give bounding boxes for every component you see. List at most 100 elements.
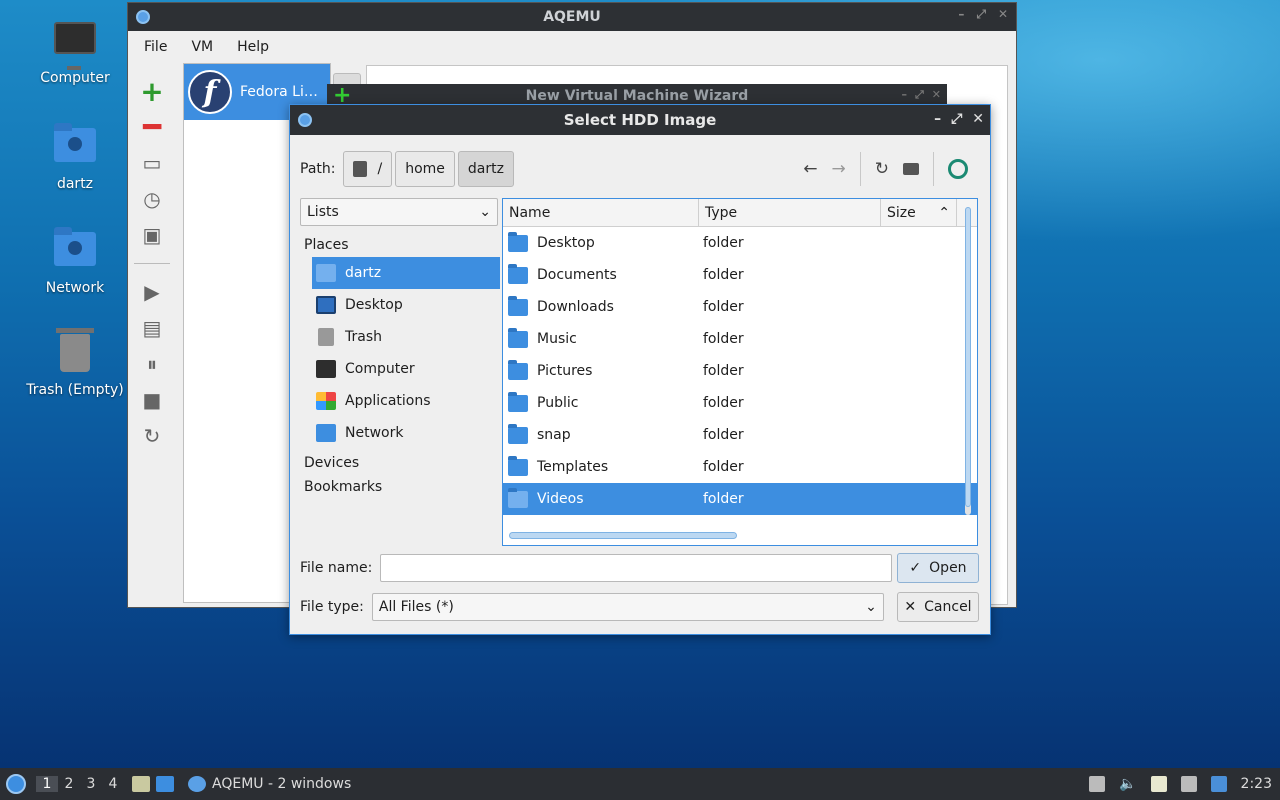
close-icon[interactable]: ✕ — [932, 88, 941, 102]
documents-folder-icon — [508, 263, 528, 284]
aqemu-titlebar[interactable]: AQEMU – ⤢ ✕ — [128, 3, 1016, 31]
sidebar-view-select[interactable]: Lists ⌄ — [300, 198, 498, 226]
remove-vm-icon[interactable]: ━ — [132, 109, 172, 145]
vertical-scrollbar[interactable] — [965, 207, 971, 515]
place-item-desktop[interactable]: Desktop — [300, 289, 500, 321]
trash-icon — [53, 328, 97, 374]
desktop-switcher-4[interactable]: 4 — [102, 776, 124, 792]
notification-icon[interactable] — [1210, 776, 1227, 792]
eject-icon[interactable] — [1089, 776, 1106, 792]
scrollbar-thumb[interactable] — [965, 207, 971, 507]
clock-icon[interactable]: ◷ — [132, 181, 172, 217]
file-row[interactable]: Music folder — [503, 323, 977, 355]
file-row[interactable]: Desktop folder — [503, 227, 977, 259]
start-menu-icon[interactable] — [6, 774, 26, 794]
place-label: dartz — [345, 265, 382, 281]
desktop-switcher-1[interactable]: 1 — [36, 776, 58, 792]
maximize-icon[interactable]: ⤢ — [951, 111, 962, 127]
back-arrow-icon[interactable]: ← — [803, 159, 817, 179]
file-row[interactable]: Public folder — [503, 387, 977, 419]
column-header-name[interactable]: Name — [503, 199, 699, 226]
column-header-type[interactable]: Type — [699, 199, 881, 226]
aqemu-app-icon — [298, 113, 312, 127]
file-row[interactable]: Templates folder — [503, 451, 977, 483]
view-options-icon[interactable] — [948, 159, 968, 179]
file-type: folder — [703, 235, 744, 251]
taskbar-task-aqemu[interactable]: AQEMU - 2 windows — [188, 776, 351, 792]
clipboard-icon[interactable] — [1150, 776, 1167, 792]
file-type-label: File type: — [300, 599, 364, 615]
place-item-computer[interactable]: Computer — [300, 353, 500, 385]
show-desktop-icon[interactable] — [156, 776, 174, 792]
add-vm-icon[interactable]: + — [132, 73, 172, 109]
desktop-switcher-3[interactable]: 3 — [80, 776, 102, 792]
place-item-network[interactable]: Network — [300, 417, 500, 449]
place-item-dartz[interactable]: dartz — [312, 257, 500, 289]
pause-icon[interactable]: ⏸ — [132, 346, 172, 382]
horizontal-scrollbar[interactable] — [509, 532, 737, 539]
desktop-icon-home[interactable]: dartz — [20, 123, 130, 192]
reset-icon[interactable]: ↻ — [132, 418, 172, 454]
chevron-down-icon: ⌄ — [479, 204, 491, 220]
save-icon[interactable]: ▤ — [132, 310, 172, 346]
open-button[interactable]: ✓ Open — [897, 553, 979, 583]
dialog-titlebar[interactable]: Select HDD Image – ⤢ ✕ — [290, 105, 990, 135]
vm-toolbar: + ━ ▭ ◷ ▣ ▶ ▤ ⏸ ■ ↻ — [132, 73, 172, 454]
file-row[interactable]: Documents folder — [503, 259, 977, 291]
place-item-applications[interactable]: Applications — [300, 385, 500, 417]
file-manager-icon[interactable] — [132, 776, 150, 792]
fedora-logo-icon: f — [188, 70, 232, 114]
wizard-window-controls: – ⤢ ✕ — [901, 88, 941, 102]
hdd-icon[interactable]: ▭ — [132, 145, 172, 181]
new-folder-icon[interactable] — [903, 163, 919, 175]
desktop-icon-network[interactable]: Network — [20, 227, 130, 296]
close-icon[interactable]: ✕ — [998, 7, 1008, 22]
file-name: Templates — [537, 459, 609, 475]
crumb-home[interactable]: home — [395, 151, 455, 187]
system-tray: 🔈 2:23 — [1089, 768, 1272, 800]
desktop-icon-computer[interactable]: Computer — [20, 18, 130, 86]
minimize-icon[interactable]: – — [934, 111, 941, 127]
devices-header[interactable]: Devices — [300, 451, 500, 475]
minimize-icon[interactable]: – — [958, 7, 964, 22]
file-name-input[interactable] — [380, 554, 893, 582]
menu-help[interactable]: Help — [225, 39, 281, 55]
desktop-icon-trash[interactable]: Trash (Empty) — [20, 328, 130, 398]
maximize-icon[interactable]: ⤢ — [915, 88, 924, 102]
play-icon[interactable]: ▶ — [132, 274, 172, 310]
bookmarks-header[interactable]: Bookmarks — [300, 475, 500, 499]
crumb-root[interactable]: / — [343, 151, 393, 187]
file-list-header: Name Type Size ⌃ — [503, 199, 977, 227]
close-icon[interactable]: ✕ — [972, 111, 984, 127]
toolbar-divider — [933, 152, 934, 186]
file-type-select[interactable]: All Files (*) ⌄ — [371, 593, 884, 621]
reload-icon[interactable]: ↻ — [875, 159, 889, 179]
file-row[interactable]: Downloads folder — [503, 291, 977, 323]
menu-file[interactable]: File — [132, 39, 179, 55]
cancel-button[interactable]: ✕ Cancel — [897, 592, 979, 622]
stop-icon[interactable]: ■ — [132, 382, 172, 418]
forward-arrow-icon[interactable]: → — [832, 159, 846, 179]
file-row[interactable]: snap folder — [503, 419, 977, 451]
terminal-icon[interactable]: ▣ — [132, 217, 172, 253]
toolbar-divider — [859, 152, 861, 186]
place-label: Computer — [345, 361, 415, 377]
network-status-icon[interactable] — [1180, 776, 1197, 792]
crumb-dartz[interactable]: dartz — [457, 151, 514, 187]
column-header-size[interactable]: Size ⌃ — [881, 199, 957, 226]
menu-vm[interactable]: VM — [179, 39, 225, 55]
minimize-icon[interactable]: – — [901, 88, 907, 102]
desktop-switcher-2[interactable]: 2 — [58, 776, 80, 792]
desktop-icon-label: Computer — [40, 70, 110, 86]
file-row-selected[interactable]: Videos folder — [503, 483, 977, 515]
clock[interactable]: 2:23 — [1241, 776, 1272, 792]
crumb-label: dartz — [467, 161, 504, 177]
file-row[interactable]: Pictures folder — [503, 355, 977, 387]
file-type: folder — [703, 299, 744, 315]
place-item-trash[interactable]: Trash — [300, 321, 500, 353]
volume-icon[interactable]: 🔈 — [1119, 776, 1136, 792]
maximize-icon[interactable]: ⤢ — [976, 7, 986, 22]
file-type: folder — [703, 427, 744, 443]
dialog-title: Select HDD Image — [563, 111, 717, 129]
nav-buttons: ← → ↻ — [803, 152, 968, 186]
